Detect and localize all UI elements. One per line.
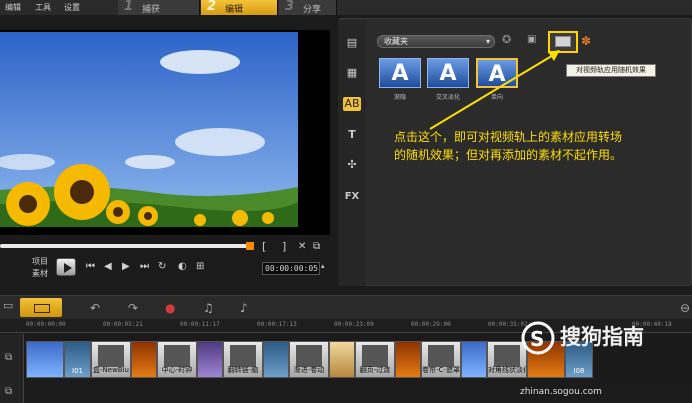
ruler-tick: 00:00:23:09 <box>334 321 374 328</box>
step-capture-num: 1 <box>124 0 134 14</box>
transition-thumb-fade[interactable]: A <box>379 58 421 88</box>
video-library-icon[interactable]: ▤ <box>343 36 361 50</box>
timecode-display[interactable]: 00:00:00:05 <box>262 262 320 275</box>
scrubber-handle[interactable] <box>246 242 254 250</box>
video-clip[interactable]: I01 <box>64 341 91 378</box>
next-frame-icon[interactable]: ▶ <box>122 261 130 272</box>
tooltip-random-effect: 对视频轨应用随机效果 <box>566 64 656 77</box>
auto-music-icon[interactable]: ♪ <box>240 301 248 315</box>
timeline-view-icon[interactable]: ▭ <box>3 299 13 312</box>
cut-icon[interactable]: ✕ <box>298 241 306 252</box>
menu-tools[interactable]: 工具 <box>35 2 51 13</box>
step-share-label: 分享 <box>303 5 322 15</box>
video-clip[interactable] <box>395 341 421 378</box>
split-clip-icon[interactable]: ⊞ <box>196 261 204 272</box>
play-button[interactable] <box>56 258 76 276</box>
menu-settings[interactable]: 设置 <box>64 2 80 13</box>
track-header: ⧉ ⧉ <box>0 334 24 403</box>
step-edit-label: 编辑 <box>225 5 244 15</box>
transition-clip[interactable]: 卷帘-C-遮罩 <box>421 341 461 378</box>
transition-label-fade: 渐隐 <box>393 94 406 101</box>
redo-icon[interactable]: ↷ <box>128 301 138 315</box>
transition-clip[interactable]: 翻页-过渡 <box>355 341 395 378</box>
volume-icon[interactable]: ◐ <box>178 261 187 272</box>
prev-frame-icon[interactable]: ◀ <box>104 261 112 272</box>
mark-in-button[interactable]: [ <box>262 240 266 253</box>
watermark-url: zhinan.sogou.com <box>520 387 602 397</box>
video-clip[interactable] <box>26 341 64 378</box>
step-edit[interactable]: 2 编辑 <box>201 0 278 15</box>
video-clip[interactable] <box>461 341 487 378</box>
video-track-icon[interactable]: ⧉ <box>5 352 12 363</box>
watermark-brand: 搜狗指南 <box>560 325 644 349</box>
ruler-tick: 00:00:17:13 <box>257 321 297 328</box>
preview-image <box>0 32 298 227</box>
transition-clip[interactable]: 中心-时钟 <box>157 341 197 378</box>
storyboard-view-button[interactable] <box>20 298 62 317</box>
top-menu-bar: 编辑 工具 设置 1 捕获 2 编辑 3 分享 <box>0 0 692 15</box>
options-icon[interactable]: ✽ <box>581 34 591 48</box>
video-clip[interactable] <box>329 341 355 378</box>
video-clip[interactable] <box>263 341 289 378</box>
annotation-text: 点击这个，即可对视频轨上的素材应用转场的随机效果；但对再添加的素材不起作用。 <box>394 130 623 162</box>
record-capture-icon[interactable]: ● <box>165 301 175 315</box>
svg-text:S: S <box>530 327 544 351</box>
step-share-num: 3 <box>285 0 295 14</box>
library-category-strip <box>338 20 366 286</box>
step-capture-label: 捕获 <box>142 5 161 15</box>
step-share[interactable]: 3 分享 <box>279 0 337 15</box>
repeat-icon[interactable]: ↻ <box>158 261 166 272</box>
audio-mixer-icon[interactable]: ♫ <box>203 301 214 315</box>
video-clip[interactable] <box>197 341 223 378</box>
home-icon[interactable]: ⏮ <box>86 261 95 272</box>
transition-clip[interactable]: 渐进-卷动 <box>289 341 329 378</box>
mark-out-button[interactable]: ] <box>282 240 286 253</box>
graphics-library-icon[interactable]: ✣ <box>343 158 361 172</box>
mode-project[interactable]: 项目 <box>32 256 48 267</box>
zoom-icon[interactable]: ⊖ <box>680 301 690 315</box>
end-icon[interactable]: ⏭ <box>140 261 149 272</box>
playback-scrubber[interactable] <box>0 244 250 248</box>
ruler-tick: 00:00:29:00 <box>411 321 451 328</box>
title-library-icon[interactable]: T <box>343 128 361 142</box>
undo-icon[interactable]: ↶ <box>90 301 100 315</box>
step-capture[interactable]: 1 捕获 <box>118 0 200 15</box>
video-clip[interactable] <box>131 341 157 378</box>
transition-library-icon[interactable]: AB <box>343 97 361 111</box>
transition-clip[interactable]: 翻转链-脑 <box>223 341 263 378</box>
filter-library-icon[interactable]: FX <box>343 190 361 204</box>
annotation-arrow <box>429 50 560 130</box>
menu-edit[interactable]: 编辑 <box>5 2 21 13</box>
step-edit-num: 2 <box>207 0 217 14</box>
mode-clip[interactable]: 素材 <box>32 268 48 279</box>
timecode-stepper-icon[interactable]: ▴ <box>321 262 325 270</box>
overlay-track-icon[interactable]: ⧉ <box>5 386 12 397</box>
enlarge-icon[interactable]: ⧉ <box>313 241 320 252</box>
image-library-icon[interactable]: ▦ <box>343 66 361 80</box>
ruler-tick: 00:00:00:00 <box>26 321 66 328</box>
transition-clip[interactable]: 盒-NewBlu <box>91 341 131 378</box>
timeline-toolbar <box>0 295 692 319</box>
ruler-tick: 00:00:11:17 <box>180 321 220 328</box>
ruler-tick: 00:00:05:21 <box>103 321 143 328</box>
